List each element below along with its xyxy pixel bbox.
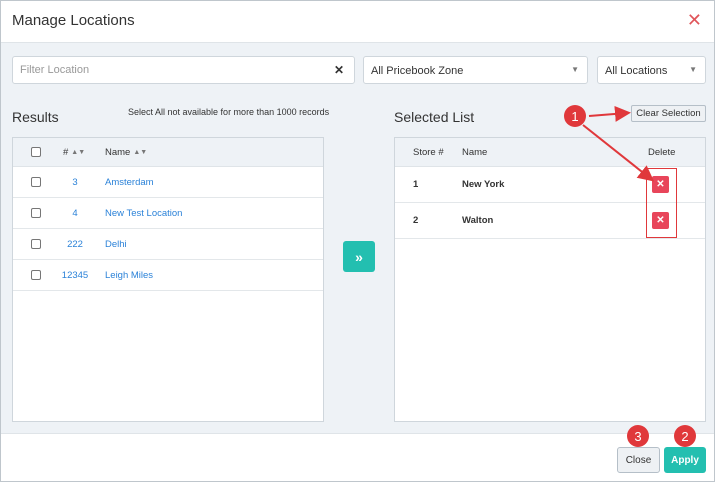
location-name-link[interactable]: Amsterdam (105, 167, 154, 197)
delete-highlight-box (646, 168, 677, 238)
location-number[interactable]: 4 (57, 198, 93, 228)
locations-value: All Locations (605, 65, 668, 77)
location-number[interactable]: 3 (57, 167, 93, 197)
clear-selection-button[interactable]: Clear Selection (631, 105, 706, 122)
selected-list-title: Selected List (394, 109, 475, 125)
row-checkbox[interactable] (31, 208, 41, 218)
close-button[interactable]: Close (617, 447, 660, 473)
location-name-link[interactable]: New Test Location (105, 198, 182, 228)
pricebook-zone-select[interactable]: All Pricebook Zone ▼ (363, 56, 588, 84)
results-title: Results (12, 109, 59, 125)
name-column-header: Name (462, 146, 488, 158)
table-row[interactable]: 4 New Test Location (13, 198, 323, 229)
delete-column-header: Delete (648, 146, 676, 158)
table-row[interactable]: 12345 Leigh Miles (13, 260, 323, 291)
caret-down-icon: ▼ (689, 65, 697, 74)
store-column-header: Store # (413, 146, 444, 158)
row-checkbox[interactable] (31, 177, 41, 187)
row-checkbox[interactable] (31, 239, 41, 249)
table-row[interactable]: 3 Amsterdam (13, 167, 323, 198)
store-name: New York (462, 179, 505, 190)
close-icon[interactable]: ✕ (687, 10, 702, 30)
double-chevron-right-icon: » (355, 248, 363, 265)
selected-table-header: Store # Name Delete (395, 138, 705, 167)
manage-locations-dialog: Manage Locations ✕ ✕ All Pricebook Zone … (0, 0, 715, 482)
location-number[interactable]: 12345 (57, 260, 93, 290)
results-table: # ▲▼ Name ▲▼ 3 Amsterdam 4 New Test Loca… (12, 137, 324, 422)
callout-badge-1: 1 (564, 105, 586, 127)
table-row[interactable]: 222 Delhi (13, 229, 323, 260)
location-name-link[interactable]: Delhi (105, 229, 127, 259)
callout-badge-3: 3 (627, 425, 649, 447)
add-to-selected-button[interactable]: » (343, 241, 375, 272)
select-all-checkbox[interactable] (31, 147, 41, 157)
store-name: Walton (462, 215, 494, 226)
results-table-header: # ▲▼ Name ▲▼ (13, 138, 323, 167)
dialog-header: Manage Locations ✕ (1, 1, 714, 43)
apply-button[interactable]: Apply (664, 447, 706, 473)
store-number: 1 (413, 179, 419, 190)
callout-badge-2: 2 (674, 425, 696, 447)
name-column-header[interactable]: Name ▲▼ (105, 138, 147, 166)
sort-icon: ▲▼ (133, 148, 148, 156)
number-column-header[interactable]: # ▲▼ (63, 138, 85, 166)
locations-select[interactable]: All Locations ▼ (597, 56, 706, 84)
store-number: 2 (413, 215, 419, 226)
location-number[interactable]: 222 (57, 229, 93, 259)
clear-filter-icon[interactable]: ✕ (334, 63, 344, 77)
dialog-title: Manage Locations (12, 12, 135, 29)
location-name-link[interactable]: Leigh Miles (105, 260, 153, 290)
caret-down-icon: ▼ (571, 65, 579, 74)
dialog-footer (1, 433, 714, 481)
row-checkbox[interactable] (31, 270, 41, 280)
sort-icon: ▲▼ (71, 148, 86, 156)
filter-location-field[interactable]: ✕ (12, 56, 355, 84)
results-note: Select All not available for more than 1… (128, 107, 330, 117)
pricebook-zone-value: All Pricebook Zone (371, 65, 464, 77)
filter-location-input[interactable] (14, 58, 324, 82)
